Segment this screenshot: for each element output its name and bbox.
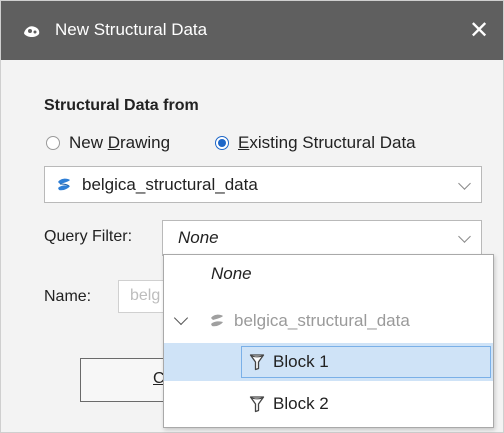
dropdown-item-none[interactable]: None — [164, 255, 493, 293]
filter-icon — [249, 354, 265, 371]
dropdown-item-label: None — [211, 264, 252, 283]
chevron-down-icon — [458, 176, 471, 190]
radio-new-drawing[interactable]: New Drawing — [46, 131, 170, 155]
radio-existing-structural-data[interactable]: Existing Structural Data — [215, 131, 416, 155]
name-input-value: belg — [130, 287, 161, 304]
close-button[interactable]: ✕ — [455, 1, 503, 60]
structural-data-from-heading: Structural Data from — [44, 97, 199, 114]
dropdown-item-parent-structural-data[interactable]: belgica_structural_data — [164, 302, 493, 340]
radio-existing-label: Existing Structural Data — [238, 133, 416, 152]
query-filter-value: None — [178, 228, 219, 247]
filter-icon — [249, 396, 265, 413]
name-label: Name: — [44, 288, 92, 305]
source-select-value: belgica_structural_data — [82, 174, 258, 194]
dropdown-item-label: Block 1 — [273, 352, 329, 371]
close-icon: ✕ — [468, 17, 490, 44]
structural-data-icon — [211, 314, 223, 327]
query-filter-label: Query Filter: — [44, 228, 133, 245]
radio-button-checked[interactable] — [215, 136, 229, 150]
chevron-down-icon — [458, 230, 471, 243]
dropdown-item-label: Block 2 — [273, 394, 329, 413]
query-filter-select[interactable]: None — [162, 220, 482, 256]
title-bar: New Structural Data ✕ — [1, 1, 503, 60]
radio-button-unchecked[interactable] — [46, 136, 60, 150]
dropdown-item-block-1[interactable]: Block 1 — [164, 343, 493, 381]
structural-data-icon — [58, 178, 70, 190]
query-filter-dropdown-list: None belgica_structural_data Block 1 Blo… — [163, 254, 494, 428]
dropdown-item-block-2[interactable]: Block 2 — [164, 385, 493, 423]
app-icon — [24, 26, 40, 38]
dropdown-item-label: belgica_structural_data — [234, 311, 410, 330]
radio-new-drawing-label: New Drawing — [69, 133, 171, 152]
chevron-down-icon[interactable] — [173, 310, 189, 326]
source-structural-data-select[interactable]: belgica_structural_data — [44, 166, 482, 203]
dialog-window: New Structural Data ✕ Structural Data fr… — [0, 0, 504, 433]
window-title: New Structural Data — [55, 20, 208, 39]
